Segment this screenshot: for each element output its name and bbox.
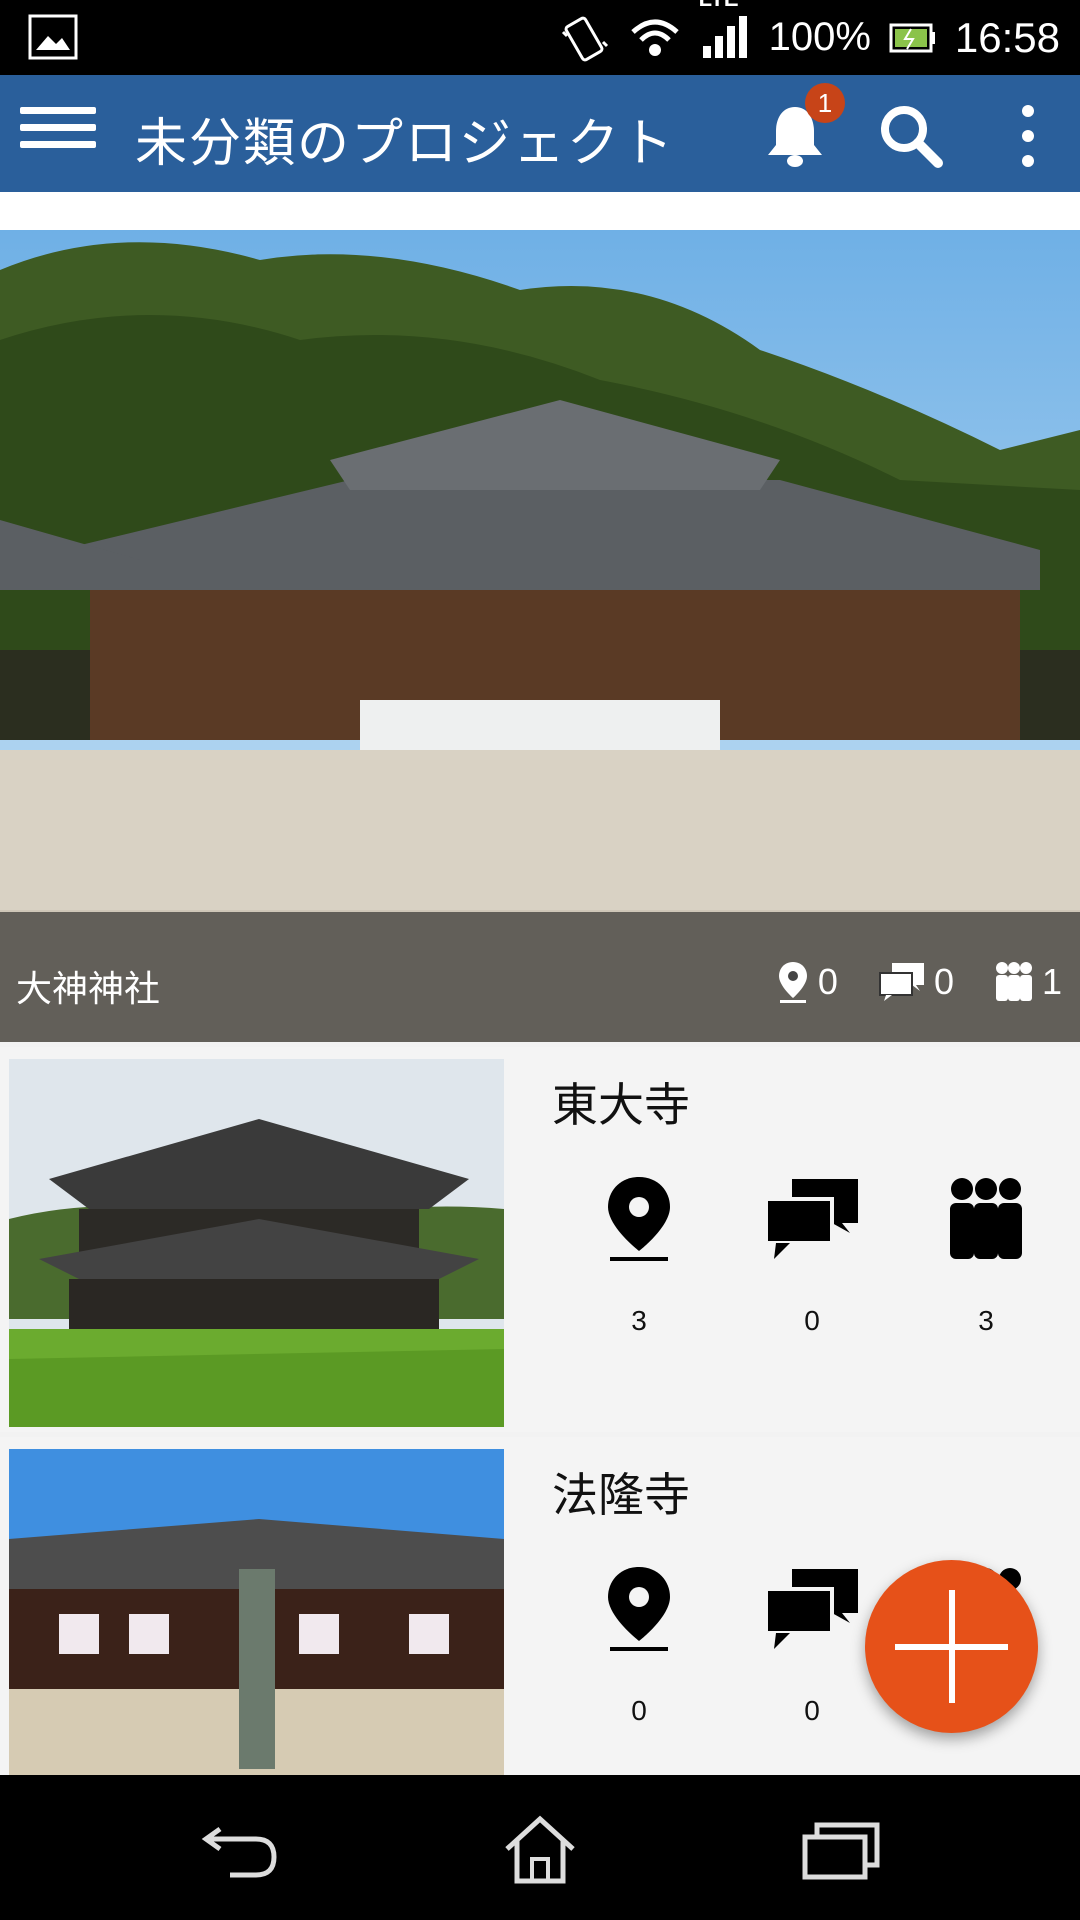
project-thumbnail: [9, 1449, 504, 1817]
project-name: 法隆寺: [552, 1468, 690, 1522]
vibrate-icon: [561, 16, 608, 61]
featured-project-card[interactable]: 大神神社 0 0 1: [0, 230, 1080, 1042]
featured-project-name: 大神神社: [16, 969, 161, 1010]
featured-stats: 0 0 1: [776, 960, 1062, 1004]
recent-apps-icon[interactable]: [795, 1815, 885, 1885]
featured-comments-count: 0: [933, 961, 954, 1002]
featured-comments: 0: [878, 961, 954, 1003]
project-name: 東大寺: [552, 1078, 690, 1132]
more-vert-icon[interactable]: [1010, 103, 1046, 169]
divider: [0, 192, 1080, 230]
project-comments: 0: [757, 1565, 867, 1727]
featured-members: 1: [994, 960, 1062, 1004]
app-bar: 未分類のプロジェクト 1: [0, 75, 1080, 192]
featured-caption: 大神神社 0 0 1: [0, 912, 1080, 1042]
notification-badge: 1: [805, 83, 845, 123]
navigation-bar: [0, 1775, 1080, 1920]
members-icon: [950, 1178, 1022, 1259]
project-members: 3: [931, 1175, 1041, 1337]
page-title: 未分類のプロジェクト: [135, 114, 676, 174]
comments-icon: [764, 1179, 858, 1259]
battery-icon: [889, 23, 935, 52]
add-project-button[interactable]: [865, 1560, 1038, 1733]
battery-percentage: 100%: [768, 15, 871, 59]
featured-spots-count: 0: [817, 961, 838, 1002]
members-icon: [995, 962, 1032, 1001]
home-icon[interactable]: [495, 1815, 585, 1885]
location-pin-icon: [778, 962, 807, 1003]
comments-icon: [764, 1569, 858, 1649]
image-icon: [28, 14, 78, 60]
location-pin-icon: [608, 1177, 670, 1261]
project-spots-count: 0: [631, 1695, 647, 1726]
project-comments-count: 0: [804, 1695, 820, 1726]
project-spots: 3: [584, 1175, 694, 1337]
project-card[interactable]: 東大寺 3 0 3: [0, 1047, 1080, 1432]
signal-icon: [702, 15, 747, 58]
location-pin-icon: [608, 1567, 670, 1651]
project-spots: 0: [584, 1565, 694, 1727]
status-bar: LTE 100% 16:58: [0, 0, 1080, 75]
wifi-icon: [630, 19, 679, 56]
search-icon[interactable]: [878, 103, 944, 169]
comments-icon: [878, 963, 924, 1001]
featured-members-count: 1: [1041, 961, 1062, 1002]
featured-spots: 0: [776, 960, 838, 1004]
project-members-count: 3: [978, 1305, 994, 1336]
network-type: LTE: [699, 0, 739, 12]
project-thumbnail: [9, 1059, 504, 1427]
project-comments: 0: [757, 1175, 867, 1337]
project-comments-count: 0: [804, 1305, 820, 1336]
back-icon[interactable]: [200, 1815, 290, 1885]
menu-icon[interactable]: [20, 97, 96, 169]
clock: 16:58: [954, 13, 1060, 61]
project-spots-count: 3: [631, 1305, 647, 1336]
